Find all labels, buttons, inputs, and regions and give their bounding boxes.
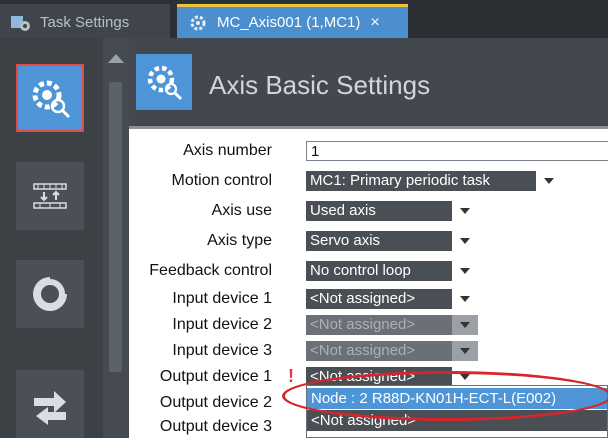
field-label: Output device 3 [159,418,272,435]
row-input-device-2: Input device 2 <Not assigned> [129,314,608,336]
panel-header: Axis Basic Settings [129,38,608,129]
row-input-device-3: Input device 3 <Not assigned> [129,340,608,362]
tab-bar: Task Settings MC_Axis001 (1,MC1) × [0,0,608,38]
unit-conversion-button[interactable] [16,162,84,230]
field-label: Feedback control [149,262,272,279]
field-label: Output device 1 [159,368,272,385]
task-settings-icon [10,14,32,32]
motion-control-select[interactable]: MC1: Primary periodic task [306,171,536,191]
transfer-button[interactable] [16,370,84,438]
axis-basic-settings-button[interactable] [16,64,84,132]
tab-label: Task Settings [40,14,130,31]
chevron-down-icon[interactable] [452,231,478,251]
row-input-device-1: Input device 1 <Not assigned> [129,288,608,310]
field-label: Axis number [183,142,272,159]
scroll-up-icon[interactable] [108,54,124,63]
tab-label: MC_Axis001 (1,MC1) [217,14,361,31]
input-device-1-select[interactable]: <Not assigned> [306,289,452,309]
tab-mc-axis001[interactable]: MC_Axis001 (1,MC1) × [177,4,408,38]
row-axis-type: Axis type Servo axis [129,230,608,252]
feedback-control-select[interactable]: No control loop [306,261,452,281]
toolbar-scrollbar[interactable] [103,38,129,438]
input-device-2-select: <Not assigned> [306,315,452,335]
axis-type-select[interactable]: Servo axis [306,231,452,251]
row-axis-use: Axis use Used axis [129,200,608,222]
chevron-down-icon [452,341,478,361]
operation-settings-icon [33,275,69,311]
axis-basic-settings-icon [32,80,71,119]
field-label: Motion control [171,172,273,189]
chevron-down-icon[interactable] [452,201,478,221]
warning-icon: ! [288,366,294,386]
transfer-arrows-icon [34,391,66,425]
scrollbar-thumb[interactable] [109,82,122,372]
field-label: Input device 2 [172,316,272,333]
row-motion-control: Motion control MC1: Primary periodic tas… [129,170,608,192]
input-device-3-select: <Not assigned> [306,341,452,361]
chevron-down-icon [452,315,478,335]
axis-gear-icon [136,54,192,110]
chevron-down-icon[interactable] [452,261,478,281]
row-axis-number: Axis number 1 [129,140,608,162]
field-label: Axis type [207,232,272,249]
field-label: Axis use [211,202,272,219]
field-label: Input device 3 [172,342,272,359]
field-label: Input device 1 [172,290,272,307]
field-label: Output device 2 [159,394,272,411]
axis-number-input[interactable]: 1 [306,141,608,161]
unit-conversion-icon [33,183,67,209]
highlight-oval [282,371,608,421]
row-feedback-control: Feedback control No control loop [129,260,608,282]
close-icon[interactable]: × [370,14,379,32]
axis-use-select[interactable]: Used axis [306,201,452,221]
page-title: Axis Basic Settings [209,70,431,100]
chevron-down-icon[interactable] [452,289,478,309]
tab-task-settings[interactable]: Task Settings [0,4,170,38]
axis-gear-icon [187,14,209,32]
settings-toolbar [0,38,103,438]
chevron-down-icon[interactable] [536,171,562,191]
operation-settings-button[interactable] [16,260,84,328]
